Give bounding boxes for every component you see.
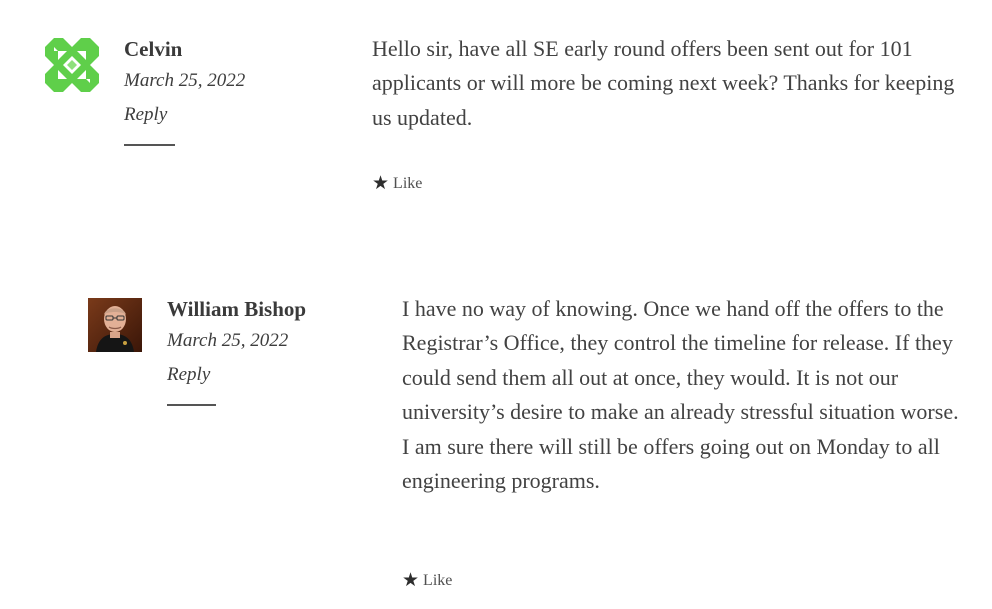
comment-date[interactable]: March 25, 2022	[167, 328, 377, 354]
reply-link[interactable]: Reply	[124, 102, 167, 128]
reply-link[interactable]: Reply	[167, 362, 210, 388]
reply-underline	[167, 404, 216, 406]
identicon-avatar[interactable]	[45, 38, 99, 92]
comment-text: I have no way of knowing. Once we hand o…	[402, 296, 959, 494]
comment-meta: William Bishop March 25, 2022 Reply	[167, 296, 377, 406]
like-button[interactable]: ★ Like	[372, 173, 422, 194]
comment-date[interactable]: March 25, 2022	[124, 68, 324, 94]
comment-meta: Celvin March 25, 2022 Reply	[124, 36, 324, 146]
star-icon: ★	[372, 172, 390, 194]
comment-author[interactable]: Celvin	[124, 36, 324, 62]
like-label: Like	[393, 175, 423, 192]
comment-author[interactable]: William Bishop	[167, 296, 377, 322]
reply-underline	[124, 144, 175, 146]
user-photo-avatar[interactable]	[88, 298, 142, 352]
like-label: Like	[423, 572, 453, 589]
star-icon: ★	[402, 569, 420, 591]
like-button[interactable]: ★ Like	[402, 570, 452, 591]
comment-text: Hello sir, have all SE early round offer…	[372, 36, 955, 130]
